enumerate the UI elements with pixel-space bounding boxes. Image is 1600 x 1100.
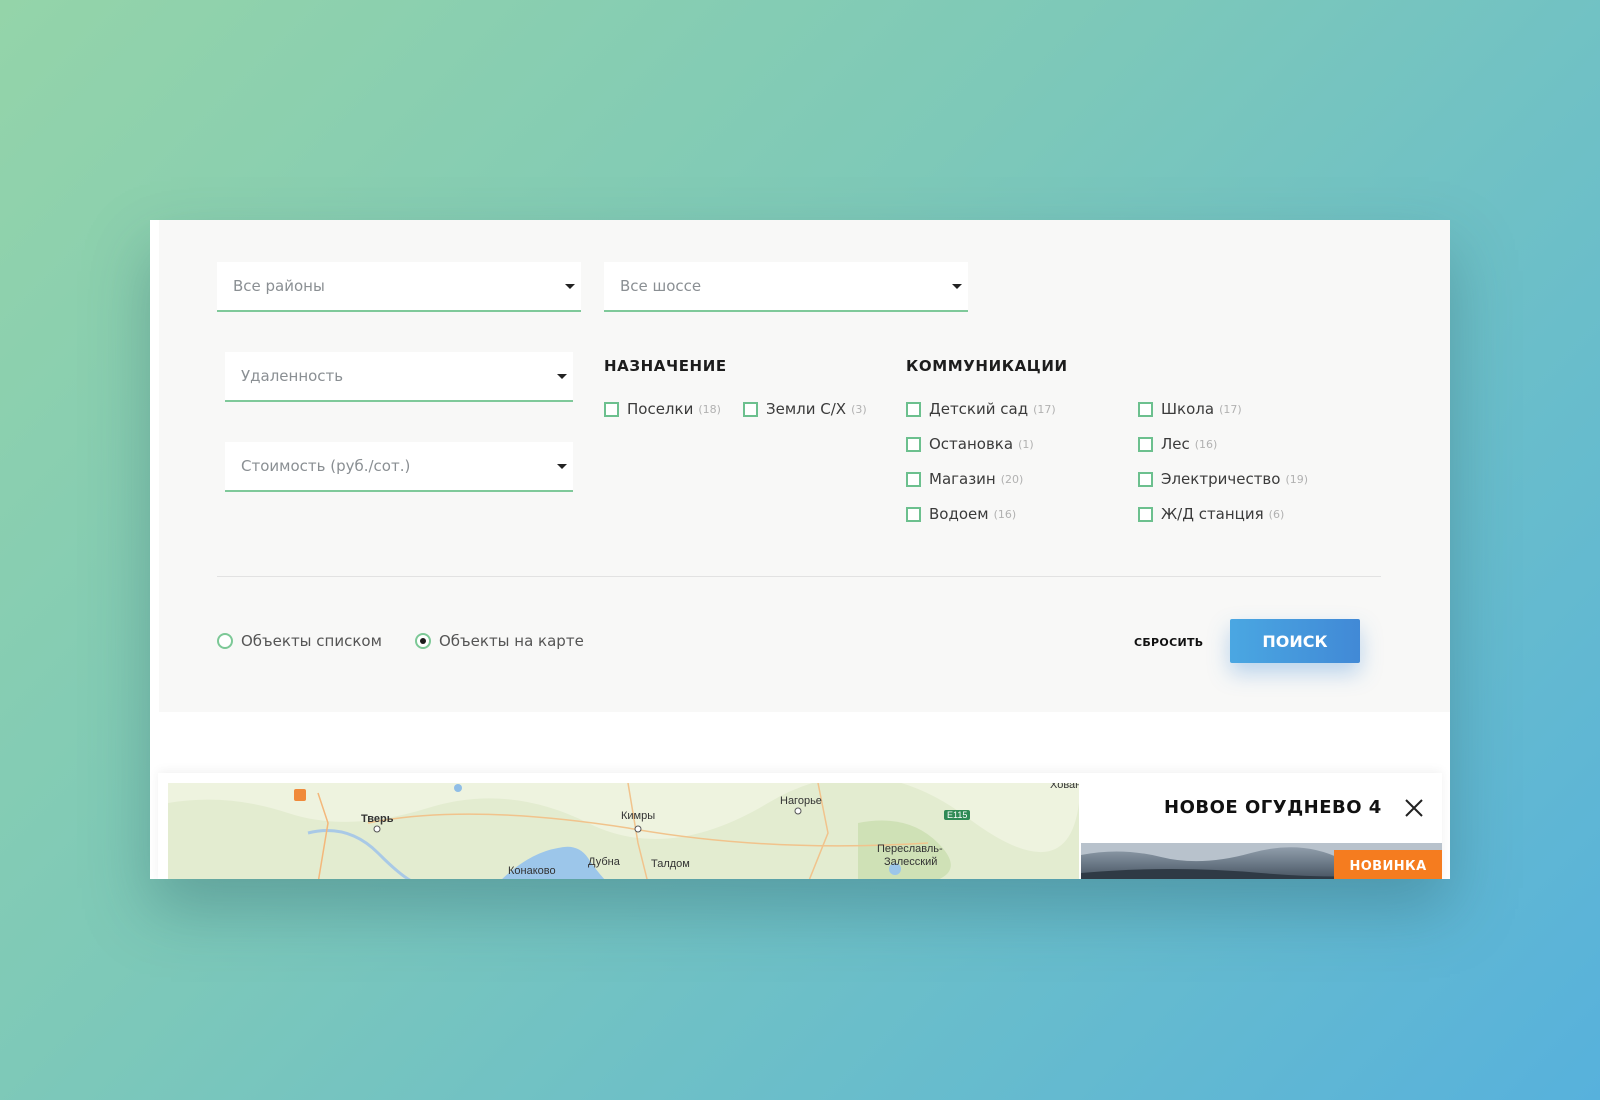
- communications-title: КОММУНИКАЦИИ: [906, 357, 1068, 375]
- chevron-down-icon: [557, 374, 567, 379]
- checkbox-count: (19): [1285, 472, 1309, 486]
- chevron-down-icon: [557, 464, 567, 469]
- checkbox-purpose-settlements[interactable]: Поселки (18): [604, 400, 721, 418]
- distance-select[interactable]: Удаленность: [225, 352, 573, 402]
- checkbox-count: (17): [1219, 402, 1242, 416]
- checkbox-water[interactable]: Водоем (16): [906, 505, 1016, 523]
- district-select[interactable]: Все районы: [217, 262, 581, 312]
- checkbox-count: (3): [851, 402, 867, 416]
- checkbox-box[interactable]: [1138, 471, 1153, 487]
- checkbox-label: Магазин: [929, 470, 996, 488]
- map-label: Хован: [1050, 783, 1079, 791]
- radio-label: Объекты на карте: [439, 632, 584, 650]
- results-section: Тверь Кимры Нагорье Конаково Дубна Талдо…: [158, 773, 1442, 879]
- checkbox-box[interactable]: [743, 401, 758, 417]
- checkbox-box[interactable]: [906, 436, 921, 452]
- highway-select[interactable]: Все шоссе: [604, 262, 968, 312]
- checkbox-count: (1): [1018, 437, 1034, 451]
- search-label: ПОИСК: [1262, 631, 1328, 651]
- checkbox-forest[interactable]: Лес (16): [1138, 435, 1217, 453]
- price-select-label: Стоимость (руб./сот.): [241, 457, 411, 475]
- radio-ring-selected[interactable]: [415, 633, 431, 649]
- reset-button[interactable]: сбросить: [1134, 636, 1203, 649]
- checkbox-electricity[interactable]: Электричество (19): [1138, 470, 1308, 488]
- checkbox-box[interactable]: [906, 506, 921, 522]
- checkbox-kindergarten[interactable]: Детский сад (17): [906, 400, 1056, 418]
- map[interactable]: Тверь Кимры Нагорье Конаково Дубна Талдо…: [168, 783, 1079, 879]
- checkbox-box[interactable]: [604, 401, 619, 417]
- chevron-down-icon: [952, 284, 962, 289]
- search-button[interactable]: ПОИСК: [1230, 619, 1360, 663]
- checkbox-label: Водоем: [929, 505, 989, 523]
- chevron-down-icon: [565, 284, 575, 289]
- checkbox-count: (18): [698, 402, 721, 416]
- filter-divider: [217, 576, 1381, 577]
- map-label: Тверь: [361, 813, 394, 825]
- map-label: Переславль-: [877, 843, 943, 855]
- new-badge: НОВИНКА: [1334, 850, 1442, 879]
- map-label: Залесский: [884, 856, 938, 868]
- checkbox-bus-stop[interactable]: Остановка (1): [906, 435, 1034, 453]
- checkbox-box[interactable]: [906, 401, 921, 417]
- checkbox-label: Детский сад: [929, 400, 1029, 418]
- price-select[interactable]: Стоимость (руб./сот.): [225, 442, 573, 492]
- search-card: Все районы Все шоссе Удаленность Стоимос…: [150, 220, 1450, 879]
- checkbox-label: Школа: [1161, 400, 1215, 418]
- checkbox-label: Электричество: [1161, 470, 1281, 488]
- highway-select-label: Все шоссе: [620, 277, 702, 295]
- road-badge: E115: [944, 810, 971, 820]
- map-label: Дубна: [588, 856, 620, 868]
- map-poi-icon[interactable]: [294, 789, 306, 801]
- checkbox-purpose-agri[interactable]: Земли С/Х (3): [743, 400, 867, 418]
- checkbox-label: Остановка: [929, 435, 1014, 453]
- radio-ring[interactable]: [217, 633, 233, 649]
- checkbox-label: Ж/Д станция: [1161, 505, 1264, 523]
- reset-label: сбросить: [1134, 636, 1204, 649]
- checkbox-box[interactable]: [906, 471, 921, 487]
- object-card: НОВОЕ ОГУДНЕВО 4 НОВИНКА: [1081, 773, 1442, 879]
- checkbox-label: Лес: [1161, 435, 1190, 453]
- purpose-title: НАЗНАЧЕНИЕ: [604, 357, 727, 375]
- checkbox-shop[interactable]: Магазин (20): [906, 470, 1023, 488]
- close-icon[interactable]: [1403, 797, 1425, 819]
- radio-map-view[interactable]: Объекты на карте: [415, 632, 584, 650]
- radio-list-view[interactable]: Объекты списком: [217, 632, 382, 650]
- checkbox-count: (17): [1033, 402, 1056, 416]
- filter-panel: Все районы Все шоссе Удаленность Стоимос…: [159, 220, 1450, 712]
- checkbox-count: (16): [993, 507, 1017, 521]
- object-title: НОВОЕ ОГУДНЕВО 4: [1164, 797, 1382, 818]
- checkbox-count: (16): [1194, 437, 1218, 451]
- checkbox-railway-station[interactable]: Ж/Д станция (6): [1138, 505, 1284, 523]
- checkbox-count: (6): [1268, 507, 1285, 521]
- district-select-label: Все районы: [233, 277, 325, 295]
- map-label: Кимры: [621, 810, 656, 822]
- checkbox-box[interactable]: [1138, 436, 1153, 452]
- checkbox-count: (20): [1000, 472, 1024, 486]
- checkbox-box[interactable]: [1138, 506, 1153, 522]
- radio-label: Объекты списком: [241, 632, 382, 650]
- checkbox-label: Земли С/Х: [766, 400, 847, 418]
- map-label: Конаково: [508, 865, 556, 877]
- map-label: Талдом: [651, 858, 690, 870]
- checkbox-label: Поселки: [627, 400, 694, 418]
- map-label: Нагорье: [780, 795, 822, 807]
- checkbox-school[interactable]: Школа (17): [1138, 400, 1242, 418]
- distance-select-label: Удаленность: [241, 367, 344, 385]
- checkbox-box[interactable]: [1138, 401, 1153, 417]
